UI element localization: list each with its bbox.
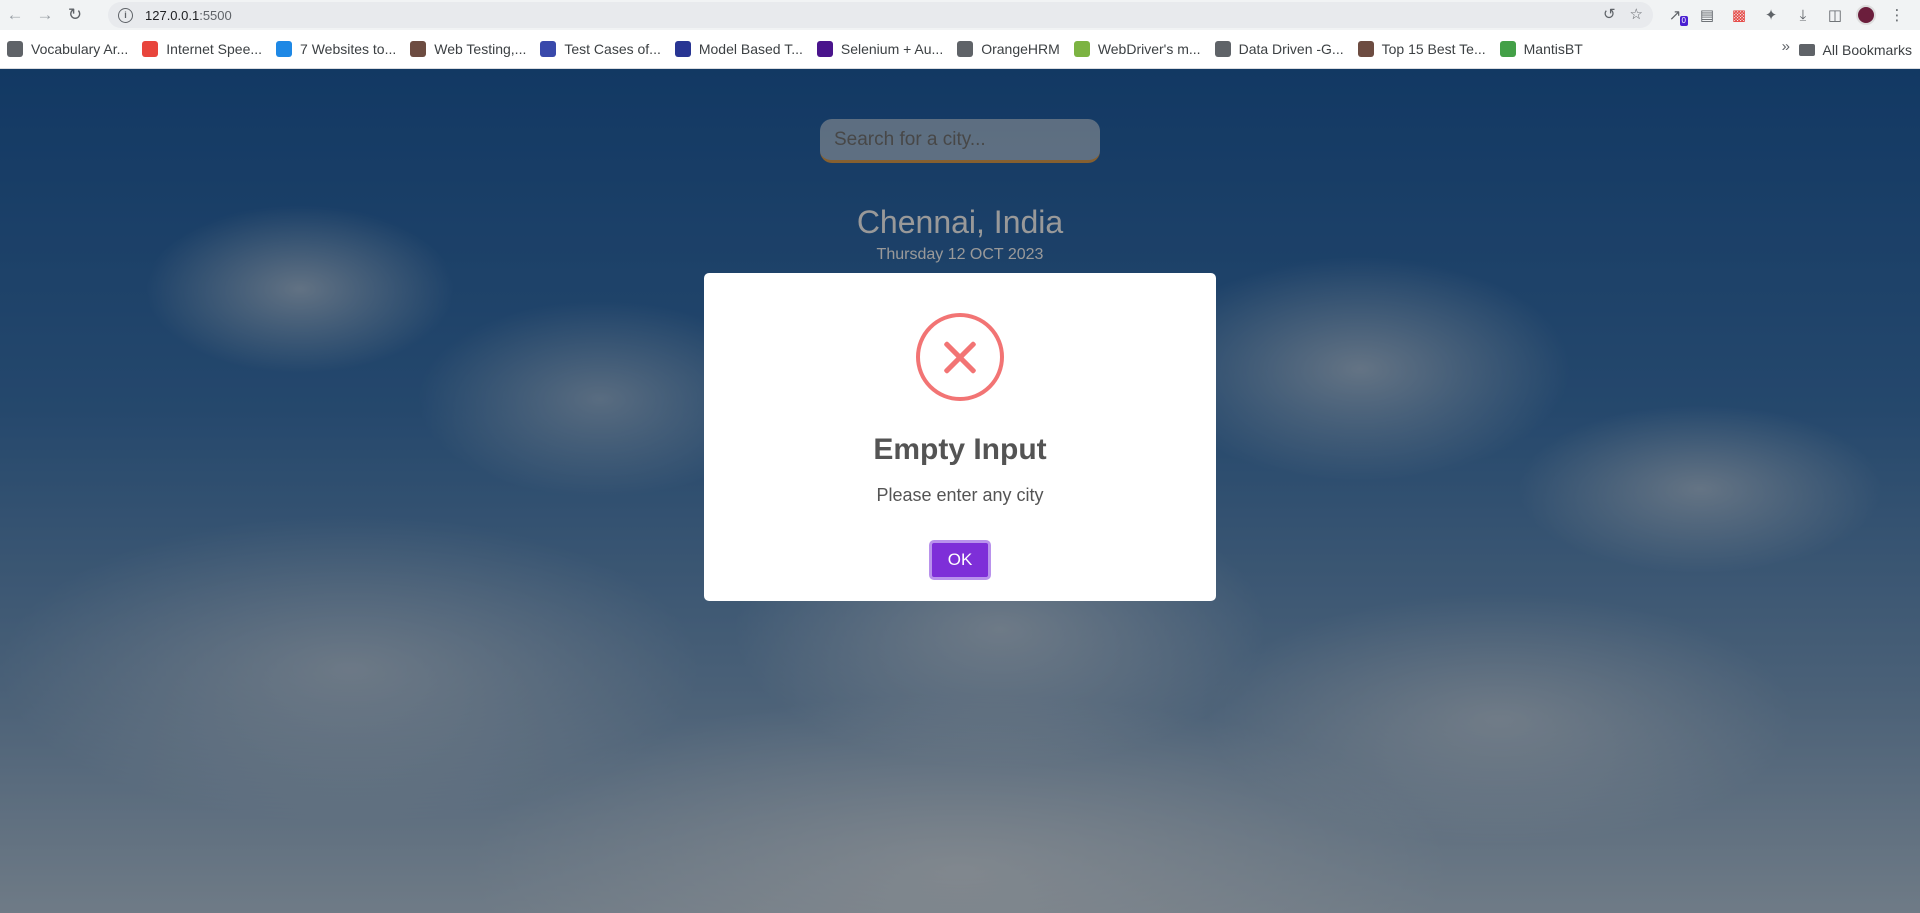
bookmark-favicon-icon — [674, 41, 691, 57]
bookmark-favicon-icon — [1499, 41, 1516, 57]
bookmark-item[interactable]: Vocabulary Ar... — [0, 35, 135, 63]
bookmark-label: Internet Spee... — [166, 41, 263, 57]
bookmark-item[interactable]: OrangeHRM — [950, 35, 1067, 63]
folder-icon — [1798, 43, 1815, 56]
bookmark-favicon-icon — [1214, 41, 1231, 57]
all-bookmarks-button[interactable]: All Bookmarks — [1798, 30, 1912, 69]
bookmark-favicon-icon — [142, 41, 159, 57]
bookmark-label: Selenium + Au... — [840, 41, 944, 57]
browser-toolbar: ← → ↻ i 127.0.0.1:5500 ↺ ☆ ↗ 0 ▤ ▩ ✦ ⤓ ◫ … — [0, 0, 1920, 30]
bookmark-favicon-icon — [816, 41, 833, 57]
bookmark-label: Data Driven -G... — [1238, 41, 1344, 57]
reload-icon[interactable]: ↻ — [60, 1, 90, 29]
bookmark-item[interactable]: MantisBT — [1493, 35, 1590, 63]
forward-icon[interactable]: → — [30, 1, 60, 29]
bookmark-favicon-icon — [540, 41, 557, 57]
bookmark-favicon-icon — [276, 41, 293, 57]
alert-title: Empty Input — [873, 433, 1047, 466]
bookmark-label: Vocabulary Ar... — [31, 41, 129, 57]
bookmark-label: Web Testing,... — [434, 41, 527, 57]
extension-color-icon[interactable]: ▩ — [1728, 4, 1750, 26]
url-text: 127.0.0.1:5500 — [145, 7, 232, 23]
download-icon[interactable]: ⤓ — [1792, 4, 1814, 26]
bookmark-label: Top 15 Best Te... — [1381, 41, 1486, 57]
bookmarks-bar: Vocabulary Ar... Internet Spee... 7 Websit… — [0, 30, 1920, 69]
bookmark-item[interactable]: Data Driven -G... — [1208, 35, 1351, 63]
bookmark-item[interactable]: Model Based T... — [668, 35, 810, 63]
bookmark-favicon-icon — [7, 41, 23, 57]
bookmark-item[interactable]: WebDriver's m... — [1067, 35, 1208, 63]
bookmark-label: Test Cases of... — [564, 41, 661, 57]
side-panel-icon[interactable]: ◫ — [1824, 4, 1846, 26]
bookmark-item[interactable]: Top 15 Best Te... — [1351, 35, 1493, 63]
extension-document-icon[interactable]: ▤ — [1696, 4, 1718, 26]
bookmark-item[interactable]: Internet Spee... — [135, 35, 269, 63]
alert-dialog: Empty Input Please enter any city OK — [704, 273, 1216, 601]
extensions-puzzle-icon[interactable]: ✦ — [1760, 4, 1782, 26]
address-bar[interactable]: i 127.0.0.1:5500 ↺ ☆ — [108, 2, 1653, 28]
bookmarks-overflow-icon[interactable]: » — [1782, 38, 1790, 55]
error-x-icon — [916, 313, 1004, 401]
bookmark-favicon-icon — [1073, 41, 1090, 57]
share-icon[interactable]: ↺ — [1603, 5, 1616, 23]
bookmark-item[interactable]: Test Cases of... — [533, 35, 667, 63]
bookmark-label: WebDriver's m... — [1097, 41, 1201, 57]
bookmark-favicon-icon — [1357, 41, 1374, 57]
bookmark-favicon-icon — [957, 41, 974, 57]
back-icon[interactable]: ← — [0, 1, 30, 29]
extension-trend-icon[interactable]: ↗ 0 — [1664, 4, 1688, 26]
bookmark-item[interactable]: Selenium + Au... — [810, 35, 950, 63]
bookmark-label: 7 Websites to... — [300, 41, 397, 57]
bookmark-star-icon[interactable]: ☆ — [1630, 5, 1643, 23]
ok-button[interactable]: OK — [929, 540, 991, 580]
site-info-icon[interactable]: i — [118, 7, 133, 23]
all-bookmarks-label: All Bookmarks — [1822, 41, 1912, 58]
bookmark-label: Model Based T... — [698, 41, 803, 57]
bookmark-favicon-icon — [410, 41, 427, 57]
bookmark-label: MantisBT — [1523, 41, 1583, 57]
profile-avatar[interactable] — [1856, 5, 1876, 25]
alert-message: Please enter any city — [876, 485, 1044, 505]
bookmark-label: OrangeHRM — [981, 41, 1060, 57]
bookmark-item[interactable]: Web Testing,... — [403, 35, 533, 63]
menu-icon[interactable]: ⋮ — [1886, 4, 1908, 26]
bookmark-item[interactable]: 7 Websites to... — [269, 35, 403, 63]
